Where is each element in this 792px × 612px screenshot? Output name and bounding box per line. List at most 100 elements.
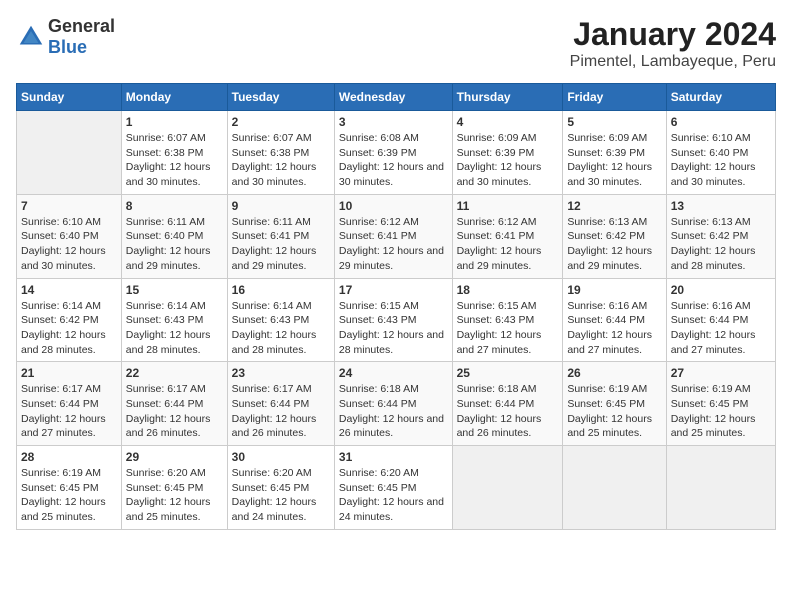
sunrise-text: Sunrise: 6:16 AM (671, 300, 751, 312)
sunset-text: Sunset: 6:43 PM (457, 314, 535, 326)
calendar-cell: 25 Sunrise: 6:18 AM Sunset: 6:44 PM Dayl… (452, 362, 563, 446)
title-block: January 2024 Pimentel, Lambayeque, Peru (570, 16, 776, 71)
day-info: Sunrise: 6:20 AM Sunset: 6:45 PM Dayligh… (126, 466, 223, 525)
sunset-text: Sunset: 6:41 PM (232, 230, 310, 242)
day-number: 29 (126, 450, 223, 464)
sunrise-text: Sunrise: 6:08 AM (339, 132, 419, 144)
daylight-text: Daylight: 12 hours and 26 minutes. (232, 413, 317, 440)
daylight-text: Daylight: 12 hours and 26 minutes. (457, 413, 542, 440)
sunset-text: Sunset: 6:43 PM (126, 314, 204, 326)
day-info: Sunrise: 6:19 AM Sunset: 6:45 PM Dayligh… (21, 466, 117, 525)
calendar-cell: 4 Sunrise: 6:09 AM Sunset: 6:39 PM Dayli… (452, 111, 563, 195)
daylight-text: Daylight: 12 hours and 29 minutes. (232, 245, 317, 272)
day-info: Sunrise: 6:11 AM Sunset: 6:40 PM Dayligh… (126, 215, 223, 274)
header-cell-wednesday: Wednesday (334, 84, 452, 111)
day-number: 17 (339, 283, 448, 297)
daylight-text: Daylight: 12 hours and 29 minutes. (126, 245, 211, 272)
sunrise-text: Sunrise: 6:10 AM (21, 216, 101, 228)
day-number: 13 (671, 199, 771, 213)
day-info: Sunrise: 6:11 AM Sunset: 6:41 PM Dayligh… (232, 215, 330, 274)
sunset-text: Sunset: 6:43 PM (339, 314, 417, 326)
day-info: Sunrise: 6:19 AM Sunset: 6:45 PM Dayligh… (671, 382, 771, 441)
calendar-cell (452, 446, 563, 530)
daylight-text: Daylight: 12 hours and 24 minutes. (232, 496, 317, 523)
sunrise-text: Sunrise: 6:10 AM (671, 132, 751, 144)
daylight-text: Daylight: 12 hours and 24 minutes. (339, 496, 444, 523)
day-number: 8 (126, 199, 223, 213)
daylight-text: Daylight: 12 hours and 30 minutes. (339, 161, 444, 188)
calendar-week-row: 7 Sunrise: 6:10 AM Sunset: 6:40 PM Dayli… (17, 194, 776, 278)
day-info: Sunrise: 6:20 AM Sunset: 6:45 PM Dayligh… (339, 466, 448, 525)
sunrise-text: Sunrise: 6:20 AM (339, 467, 419, 479)
sunrise-text: Sunrise: 6:17 AM (21, 383, 101, 395)
calendar-week-row: 21 Sunrise: 6:17 AM Sunset: 6:44 PM Dayl… (17, 362, 776, 446)
calendar-week-row: 1 Sunrise: 6:07 AM Sunset: 6:38 PM Dayli… (17, 111, 776, 195)
daylight-text: Daylight: 12 hours and 27 minutes. (567, 329, 652, 356)
day-info: Sunrise: 6:15 AM Sunset: 6:43 PM Dayligh… (339, 299, 448, 358)
calendar-body: 1 Sunrise: 6:07 AM Sunset: 6:38 PM Dayli… (17, 111, 776, 530)
day-info: Sunrise: 6:07 AM Sunset: 6:38 PM Dayligh… (232, 131, 330, 190)
sunrise-text: Sunrise: 6:09 AM (567, 132, 647, 144)
calendar-header: SundayMondayTuesdayWednesdayThursdayFrid… (17, 84, 776, 111)
daylight-text: Daylight: 12 hours and 30 minutes. (21, 245, 106, 272)
sunrise-text: Sunrise: 6:15 AM (457, 300, 537, 312)
sunrise-text: Sunrise: 6:19 AM (21, 467, 101, 479)
day-number: 1 (126, 115, 223, 129)
day-number: 18 (457, 283, 559, 297)
sunset-text: Sunset: 6:40 PM (126, 230, 204, 242)
sunset-text: Sunset: 6:44 PM (671, 314, 749, 326)
calendar-cell: 13 Sunrise: 6:13 AM Sunset: 6:42 PM Dayl… (666, 194, 775, 278)
day-info: Sunrise: 6:15 AM Sunset: 6:43 PM Dayligh… (457, 299, 559, 358)
calendar-cell (17, 111, 122, 195)
calendar-cell: 29 Sunrise: 6:20 AM Sunset: 6:45 PM Dayl… (121, 446, 227, 530)
header-cell-monday: Monday (121, 84, 227, 111)
sunrise-text: Sunrise: 6:14 AM (21, 300, 101, 312)
calendar-cell: 17 Sunrise: 6:15 AM Sunset: 6:43 PM Dayl… (334, 278, 452, 362)
calendar-cell: 28 Sunrise: 6:19 AM Sunset: 6:45 PM Dayl… (17, 446, 122, 530)
sunrise-text: Sunrise: 6:14 AM (126, 300, 206, 312)
sunrise-text: Sunrise: 6:19 AM (671, 383, 751, 395)
sunset-text: Sunset: 6:38 PM (126, 147, 204, 159)
logo: General Blue (16, 16, 115, 58)
sunset-text: Sunset: 6:45 PM (567, 398, 645, 410)
daylight-text: Daylight: 12 hours and 30 minutes. (671, 161, 756, 188)
sunset-text: Sunset: 6:44 PM (232, 398, 310, 410)
calendar-cell: 19 Sunrise: 6:16 AM Sunset: 6:44 PM Dayl… (563, 278, 666, 362)
sunset-text: Sunset: 6:45 PM (126, 482, 204, 494)
day-info: Sunrise: 6:13 AM Sunset: 6:42 PM Dayligh… (567, 215, 661, 274)
logo-icon (16, 22, 46, 52)
header-row: SundayMondayTuesdayWednesdayThursdayFrid… (17, 84, 776, 111)
calendar-cell: 9 Sunrise: 6:11 AM Sunset: 6:41 PM Dayli… (227, 194, 334, 278)
page-header: General Blue January 2024 Pimentel, Lamb… (16, 16, 776, 71)
day-number: 30 (232, 450, 330, 464)
day-number: 15 (126, 283, 223, 297)
sunset-text: Sunset: 6:39 PM (339, 147, 417, 159)
day-number: 21 (21, 366, 117, 380)
day-info: Sunrise: 6:09 AM Sunset: 6:39 PM Dayligh… (457, 131, 559, 190)
sunset-text: Sunset: 6:45 PM (232, 482, 310, 494)
calendar-cell: 26 Sunrise: 6:19 AM Sunset: 6:45 PM Dayl… (563, 362, 666, 446)
calendar-cell: 3 Sunrise: 6:08 AM Sunset: 6:39 PM Dayli… (334, 111, 452, 195)
day-info: Sunrise: 6:14 AM Sunset: 6:43 PM Dayligh… (126, 299, 223, 358)
sunset-text: Sunset: 6:42 PM (567, 230, 645, 242)
sunset-text: Sunset: 6:41 PM (457, 230, 535, 242)
day-number: 6 (671, 115, 771, 129)
sunrise-text: Sunrise: 6:12 AM (457, 216, 537, 228)
calendar-week-row: 14 Sunrise: 6:14 AM Sunset: 6:42 PM Dayl… (17, 278, 776, 362)
calendar-cell: 31 Sunrise: 6:20 AM Sunset: 6:45 PM Dayl… (334, 446, 452, 530)
daylight-text: Daylight: 12 hours and 25 minutes. (21, 496, 106, 523)
sunrise-text: Sunrise: 6:11 AM (126, 216, 205, 228)
day-number: 23 (232, 366, 330, 380)
day-number: 3 (339, 115, 448, 129)
day-number: 22 (126, 366, 223, 380)
day-info: Sunrise: 6:10 AM Sunset: 6:40 PM Dayligh… (21, 215, 117, 274)
header-cell-tuesday: Tuesday (227, 84, 334, 111)
daylight-text: Daylight: 12 hours and 29 minutes. (339, 245, 444, 272)
sunrise-text: Sunrise: 6:18 AM (339, 383, 419, 395)
day-number: 2 (232, 115, 330, 129)
day-number: 4 (457, 115, 559, 129)
sunrise-text: Sunrise: 6:09 AM (457, 132, 537, 144)
sunset-text: Sunset: 6:39 PM (457, 147, 535, 159)
sunset-text: Sunset: 6:44 PM (567, 314, 645, 326)
sunrise-text: Sunrise: 6:20 AM (126, 467, 206, 479)
